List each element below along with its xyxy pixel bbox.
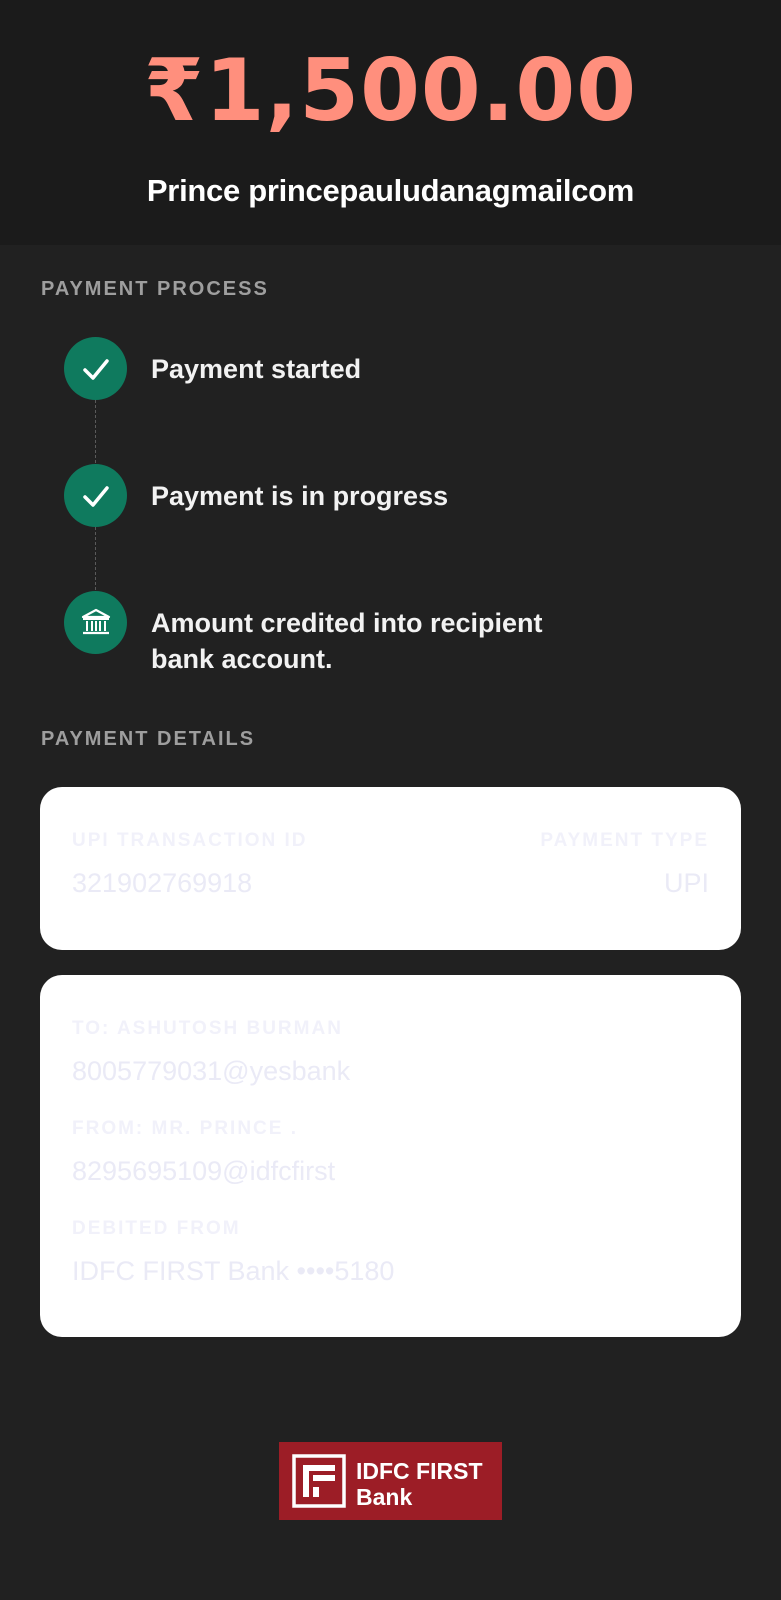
payment-type-value: UPI [663, 868, 709, 898]
step-started-status [64, 337, 127, 400]
logo-line2: Bank [356, 1484, 413, 1510]
step-credited-status [64, 591, 127, 654]
payment-process-title: PAYMENT PROCESS [41, 278, 269, 300]
amount: ₹1,500.00 [143, 41, 638, 141]
to-label: TO: ASHUTOSH BURMAN [72, 1018, 343, 1039]
from-label: FROM: MR. PRINCE . [72, 1118, 298, 1139]
step-label-credited: Amount credited into recipient bank acco… [151, 608, 543, 674]
step-progress-status [64, 464, 127, 527]
header: ₹1,500.00 Prince princepauludanagmailcom [0, 0, 781, 245]
idfc-mark-icon [292, 1454, 346, 1508]
payment-type-label: PAYMENT TYPE [540, 830, 709, 851]
parties-card: TO: ASHUTOSH BURMAN 8005779031@yesbank F… [40, 975, 741, 1337]
debited-label: DEBITED FROM [72, 1218, 241, 1239]
debited-value: IDFC FIRST Bank ••••5180 [72, 1256, 395, 1286]
step-connector [95, 527, 96, 590]
step-label-started: Payment started [151, 354, 362, 384]
from-value: 8295695109@idfcfirst [72, 1156, 336, 1186]
recipient-name: Prince princepauludanagmailcom [146, 173, 635, 208]
txn-id-value: 321902769918 [72, 868, 253, 898]
step-label-progress: Payment is in progress [151, 481, 449, 511]
txn-id-label: UPI TRANSACTION ID [72, 830, 308, 851]
check-icon [82, 485, 109, 507]
idfc-first-bank-logo: IDFC FIRST Bank [279, 1442, 502, 1520]
payment-details-title: PAYMENT DETAILS [41, 728, 256, 750]
step-connector [95, 400, 96, 463]
logo-line1: IDFC FIRST [356, 1458, 483, 1484]
check-icon [82, 358, 109, 380]
bank-icon [81, 608, 110, 634]
to-value: 8005779031@yesbank [72, 1056, 351, 1086]
transaction-card: UPI TRANSACTION ID 321902769918 PAYMENT … [40, 787, 741, 950]
